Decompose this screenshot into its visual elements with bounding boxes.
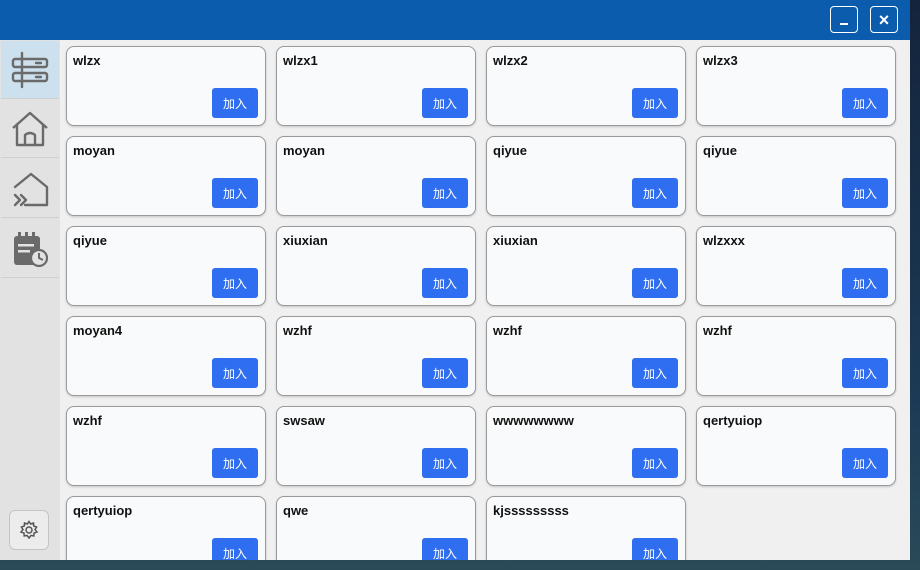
sidebar [0,40,60,560]
join-button[interactable]: 加入 [422,178,468,208]
room-card: wzhf 加入 [696,316,896,396]
room-grid: wlzx 加入 wlzx1 加入 wlzx2 加入 wlzx3 加入 moyan 加入 moyan 加… [60,40,910,560]
join-button[interactable]: 加入 [422,358,468,388]
room-card: swsaw 加入 [276,406,476,486]
room-name: wlzx1 [283,53,318,68]
join-button[interactable]: 加入 [842,448,888,478]
room-card: wwwwwwww 加入 [486,406,686,486]
join-button[interactable]: 加入 [422,538,468,560]
join-button[interactable]: 加入 [212,538,258,560]
room-card: wzhf 加入 [486,316,686,396]
gear-icon [19,520,39,540]
room-name: wzhf [493,323,522,338]
join-button[interactable]: 加入 [632,268,678,298]
join-button[interactable]: 加入 [842,358,888,388]
room-card: kjsssssssss 加入 [486,496,686,560]
home-enter-icon [13,172,49,206]
close-button[interactable]: × [870,6,898,33]
room-card: moyan4 加入 [66,316,266,396]
room-name: qiyue [73,233,107,248]
room-card: wzhf 加入 [276,316,476,396]
room-card: moyan 加入 [276,136,476,216]
room-name: wlzxxx [703,233,745,248]
room-card: wzhf 加入 [66,406,266,486]
title-bar[interactable]: × [0,0,910,40]
sidebar-item-enter[interactable] [1,160,59,218]
join-button[interactable]: 加入 [212,178,258,208]
join-button[interactable]: 加入 [632,178,678,208]
room-name: moyan4 [73,323,123,338]
sidebar-item-schedule[interactable] [1,220,59,278]
room-card: wlzx3 加入 [696,46,896,126]
room-card: wlzx2 加入 [486,46,686,126]
sidebar-item-servers[interactable] [1,41,59,99]
calendar-clock-icon [14,231,49,267]
join-button[interactable]: 加入 [212,448,258,478]
room-card: moyan 加入 [66,136,266,216]
join-button[interactable]: 加入 [422,448,468,478]
room-name: wzhf [283,323,312,338]
room-name: wzhf [73,413,102,428]
minimize-icon [840,22,848,25]
join-button[interactable]: 加入 [422,88,468,118]
room-name: qiyue [703,143,737,158]
join-button[interactable]: 加入 [842,88,888,118]
join-button[interactable]: 加入 [212,268,258,298]
room-card: qertyuiop 加入 [66,496,266,560]
room-card: wlzx1 加入 [276,46,476,126]
room-name: qiyue [493,143,527,158]
room-card: xiuxian 加入 [486,226,686,306]
room-card: xiuxian 加入 [276,226,476,306]
room-name: moyan [283,143,325,158]
settings-button[interactable] [9,510,49,550]
room-name: moyan [73,143,115,158]
minimize-button[interactable] [830,6,858,33]
room-card: wlzxxx 加入 [696,226,896,306]
join-button[interactable]: 加入 [212,88,258,118]
home-icon [12,111,48,146]
room-name: wwwwwwww [493,413,574,428]
join-button[interactable]: 加入 [212,358,258,388]
room-card: qiyue 加入 [66,226,266,306]
room-name: qertyuiop [73,503,133,518]
room-name: wlzx2 [493,53,528,68]
sidebar-item-home[interactable] [1,100,59,158]
join-button[interactable]: 加入 [632,448,678,478]
join-button[interactable]: 加入 [842,178,888,208]
room-name: xiuxian [493,233,538,248]
join-button[interactable]: 加入 [422,268,468,298]
close-icon: × [878,9,890,30]
room-name: qwe [283,503,309,518]
room-name: qertyuiop [703,413,763,428]
room-card: qiyue 加入 [486,136,686,216]
room-card: qertyuiop 加入 [696,406,896,486]
app-window: × wlzx 加入 wlzx1 加入 wlzx2 加入 wlzx3 加入 moy… [0,0,910,560]
room-name: wzhf [703,323,732,338]
room-card: qiyue 加入 [696,136,896,216]
room-name: xiuxian [283,233,328,248]
join-button[interactable]: 加入 [632,88,678,118]
server-icon [11,51,49,88]
join-button[interactable]: 加入 [632,538,678,560]
room-name: swsaw [283,413,325,428]
room-card: qwe 加入 [276,496,476,560]
join-button[interactable]: 加入 [632,358,678,388]
room-name: kjsssssssss [493,503,569,518]
room-name: wlzx [73,53,101,68]
room-name: wlzx3 [703,53,738,68]
room-card: wlzx 加入 [66,46,266,126]
join-button[interactable]: 加入 [842,268,888,298]
